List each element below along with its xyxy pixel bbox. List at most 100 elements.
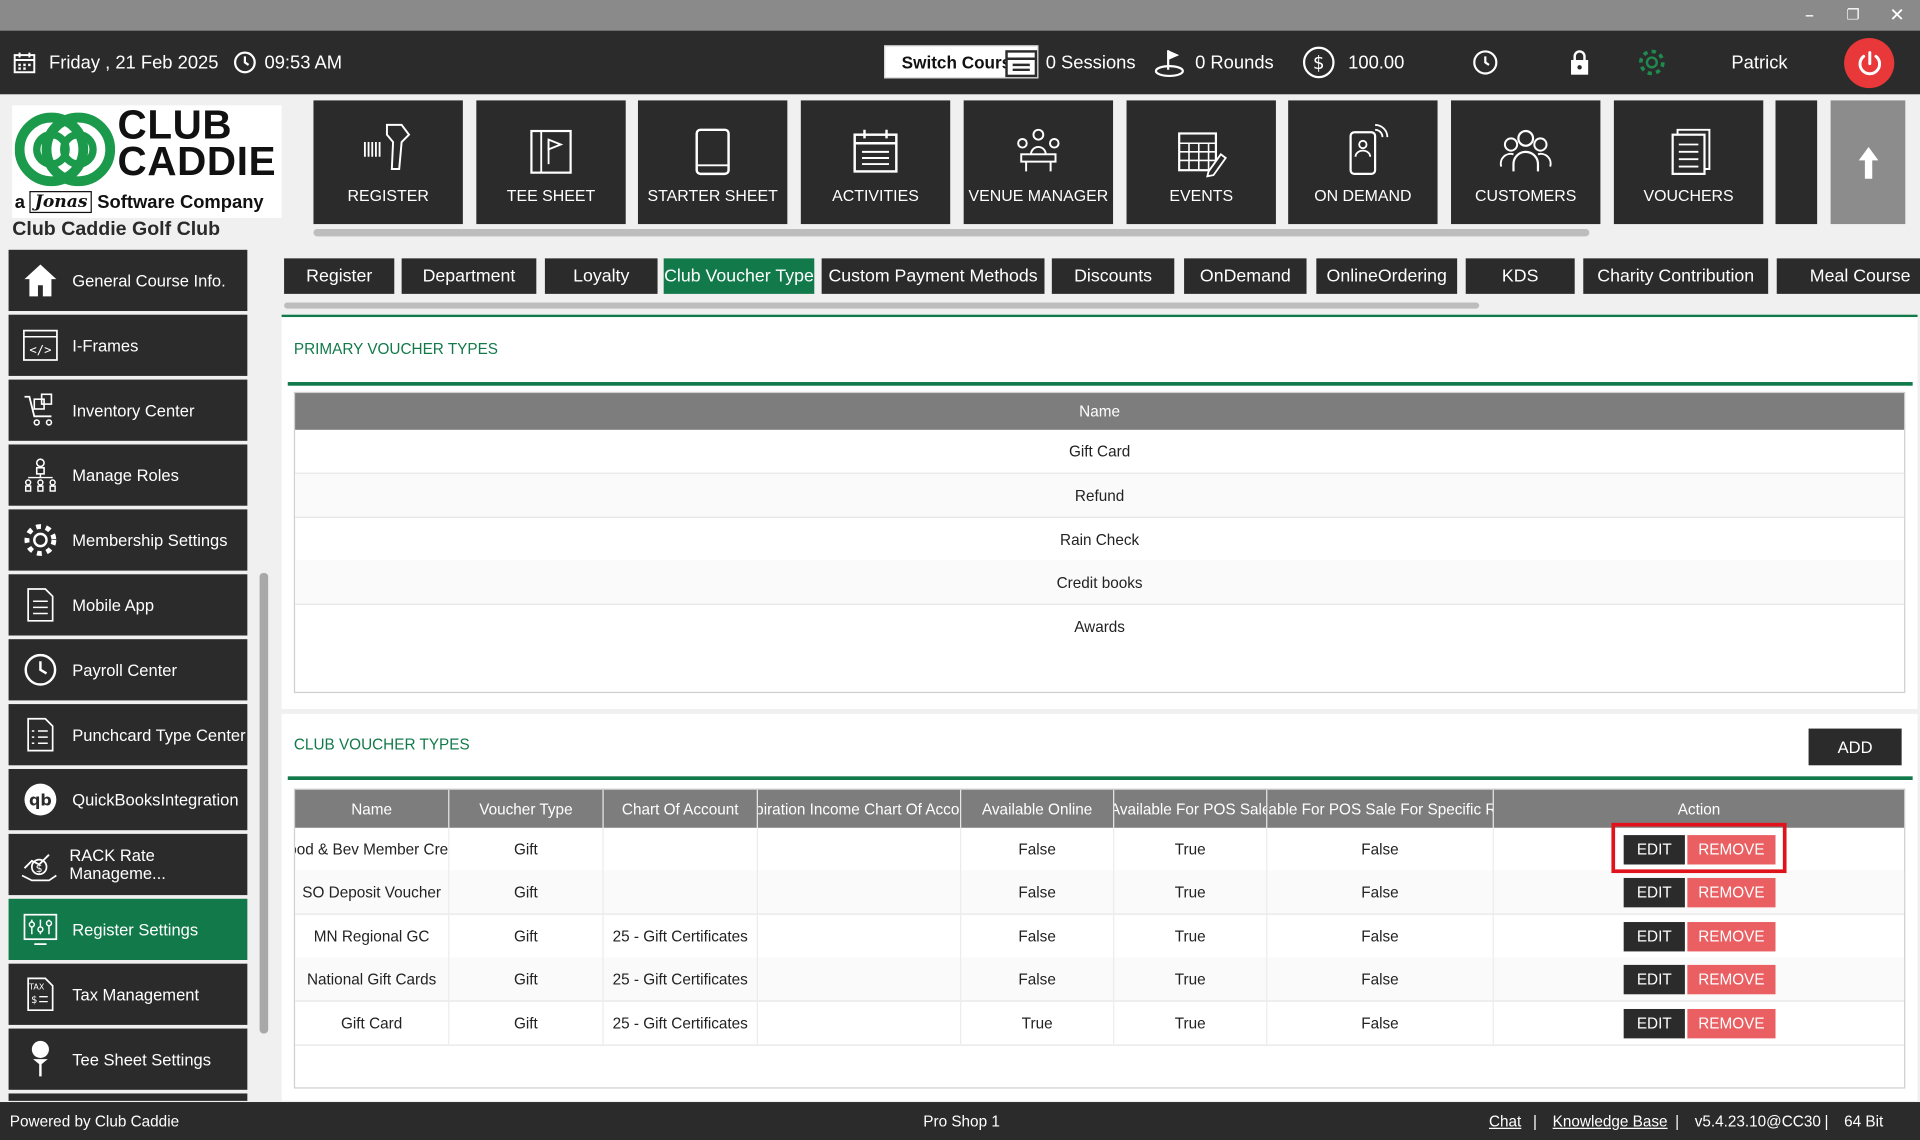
tab-department[interactable]: Department <box>401 258 537 294</box>
remove-button[interactable]: REMOVE <box>1687 877 1776 908</box>
tab-kds[interactable]: KDS <box>1465 258 1575 294</box>
nav-starter-sheet[interactable]: STARTER SHEET <box>637 100 788 225</box>
logo-tagline-a: a <box>14 191 25 213</box>
col-available-pos[interactable]: Available For POS Sale <box>1114 789 1268 828</box>
col-available-online[interactable]: Available Online <box>961 789 1115 828</box>
nav-activities[interactable]: ACTIVITIES <box>800 100 951 225</box>
kb-link-text: Knowledge Base <box>1552 1112 1668 1130</box>
sidebar-item-label: Register Settings <box>72 920 199 939</box>
sidebar-item-partial[interactable] <box>8 1093 248 1101</box>
sidebar-item-label: Tee Sheet Settings <box>72 1050 212 1069</box>
add-label: ADD <box>1837 737 1873 757</box>
tab-charity-contribution[interactable]: Charity Contribution <box>1583 258 1769 294</box>
cell-text: True <box>1174 928 1206 946</box>
scroll-up-button[interactable] <box>1830 100 1906 225</box>
add-voucher-button[interactable]: ADD <box>1808 728 1902 766</box>
sidebar-item-tax-management[interactable]: TAX $ Tax Management <box>8 963 248 1025</box>
remove-button[interactable]: REMOVE <box>1687 964 1776 995</box>
edit-button[interactable]: EDIT <box>1623 964 1685 995</box>
minimize-icon[interactable]: – <box>1805 4 1814 26</box>
cell-text: National Gift Cards <box>306 971 437 989</box>
table-cell <box>758 870 962 915</box>
history-button[interactable] <box>1472 31 1499 95</box>
tab-meal-course[interactable]: Meal Course <box>1776 258 1920 294</box>
edit-button[interactable]: EDIT <box>1623 922 1685 952</box>
sidebar-item-manage-roles[interactable]: Manage Roles <box>8 444 248 506</box>
nav-tee-sheet[interactable]: TEE SHEET <box>476 100 626 225</box>
club-caddie-logo: CLUB CADDIE a Jonas Software Company <box>12 104 282 218</box>
cell-text: 25 - Gift Certificates <box>612 971 748 989</box>
sidebar-item-payroll-center[interactable]: Payroll Center <box>8 639 248 701</box>
nav-scrollbar[interactable] <box>313 228 1590 237</box>
primary-grid-header[interactable]: Name <box>295 393 1905 430</box>
table-cell <box>758 1001 962 1046</box>
col-expiration-income[interactable]: Expiration Income Chart Of Account <box>758 789 962 828</box>
sidebar-item-label: Payroll Center <box>72 660 177 679</box>
edit-button[interactable]: EDIT <box>1623 1008 1685 1039</box>
roles-icon <box>24 458 56 492</box>
sidebar-item-punchcard-type-center[interactable]: Punchcard Type Center <box>8 704 248 766</box>
sidebar-scrollbar[interactable] <box>259 573 269 1034</box>
cell-text: False <box>1018 841 1056 859</box>
sidebar-item-tee-sheet-settings[interactable]: Tee Sheet Settings <box>8 1028 248 1090</box>
table-row[interactable]: Gift Card Gift 25 - Gift Certificates True T… <box>295 1001 1905 1046</box>
table-row[interactable]: Rain Check <box>295 518 1905 563</box>
remove-button[interactable]: REMOVE <box>1687 922 1776 952</box>
inventory-icon <box>24 393 53 426</box>
nav-vouchers[interactable]: VOUCHERS <box>1613 100 1764 225</box>
table-row[interactable]: Gift Card <box>295 430 1905 474</box>
nav-on-demand[interactable]: ON DEMAND <box>1288 100 1438 225</box>
tab-club-voucher-type[interactable]: Club Voucher Type <box>663 258 815 294</box>
tab-discounts[interactable]: Discounts <box>1051 258 1175 294</box>
settings-button[interactable] <box>1636 31 1668 95</box>
sidebar-item-inventory-center[interactable]: Inventory Center <box>8 379 248 441</box>
table-cell: Gift <box>449 957 604 1002</box>
tab-loyalty[interactable]: Loyalty <box>544 258 658 294</box>
sidebar-item-register-settings[interactable]: Register Settings <box>8 898 248 961</box>
sidebar-item-i-frames[interactable]: </> I-Frames <box>8 314 248 376</box>
tab-label: Department <box>422 266 516 286</box>
nav-register[interactable]: REGISTER <box>313 100 463 225</box>
tab-custom-payment-methods[interactable]: Custom Payment Methods <box>821 258 1045 294</box>
close-icon[interactable]: ✕ <box>1889 4 1904 26</box>
table-row[interactable]: MN Regional GC Gift 25 - Gift Certificates… <box>295 914 1905 959</box>
footer-knowledge-base-link[interactable]: Knowledge Base <box>1553 1102 1668 1140</box>
rounds-display[interactable]: 0 Rounds <box>1153 31 1274 95</box>
table-row[interactable]: Credit books <box>295 560 1905 605</box>
tab-onlineordering[interactable]: OnlineOrdering <box>1316 258 1458 294</box>
table-row[interactable]: National Gift Cards Gift 25 - Gift Certifi… <box>295 957 1905 1002</box>
edit-button[interactable]: EDIT <box>1623 877 1685 908</box>
sidebar-item-rack-rate-management[interactable]: $ RACK Rate Manageme... <box>8 833 248 896</box>
restore-icon[interactable]: ❐ <box>1847 6 1860 23</box>
col-available-pos-roles[interactable]: Available For POS Sale For Specific Role… <box>1267 789 1494 828</box>
clock-icon <box>24 653 57 686</box>
col-name[interactable]: Name <box>295 789 450 828</box>
power-button[interactable] <box>1844 37 1895 89</box>
nav-more-tile[interactable] <box>1775 100 1818 225</box>
club-name: Club Caddie Golf Club <box>12 219 221 241</box>
sessions-display[interactable]: 0 Sessions <box>1004 31 1136 95</box>
nav-events[interactable]: EVENTS <box>1126 100 1276 225</box>
nav-venue-manager[interactable]: VENUE MANAGER <box>963 100 1114 225</box>
sidebar-item-membership-settings[interactable]: Membership Settings <box>8 509 248 571</box>
remove-button[interactable]: REMOVE <box>1687 1008 1776 1039</box>
sidebar-item-general-course-info[interactable]: General Course Info. <box>8 249 248 312</box>
footer-chat-link[interactable]: Chat <box>1489 1102 1521 1140</box>
balance-display[interactable]: $ 100.00 <box>1302 31 1404 95</box>
table-cell <box>604 870 758 915</box>
table-row[interactable]: Awards <box>295 605 1904 649</box>
sidebar-item-quickbooks-integration[interactable]: qb QuickBooksIntegration <box>8 768 248 831</box>
tab-register[interactable]: Register <box>284 258 395 294</box>
sidebar-item-mobile-app[interactable]: Mobile App <box>8 574 248 636</box>
user-name[interactable]: Patrick <box>1731 31 1787 95</box>
tabs-scrollbar[interactable] <box>284 302 1480 309</box>
tab-ondemand[interactable]: OnDemand <box>1184 258 1307 294</box>
settings-tabs: Register Department Loyalty Club Voucher… <box>282 251 1920 307</box>
tab-label: Register <box>306 266 373 286</box>
col-voucher-type[interactable]: Voucher Type <box>449 789 604 828</box>
lock-button[interactable] <box>1567 31 1591 95</box>
nav-customers[interactable]: CUSTOMERS <box>1451 100 1601 225</box>
col-chart-of-account[interactable]: Chart Of Account <box>604 789 758 828</box>
table-row[interactable]: SO Deposit Voucher Gift False True False EDIT… <box>295 870 1905 915</box>
table-row[interactable]: Refund <box>295 473 1905 518</box>
